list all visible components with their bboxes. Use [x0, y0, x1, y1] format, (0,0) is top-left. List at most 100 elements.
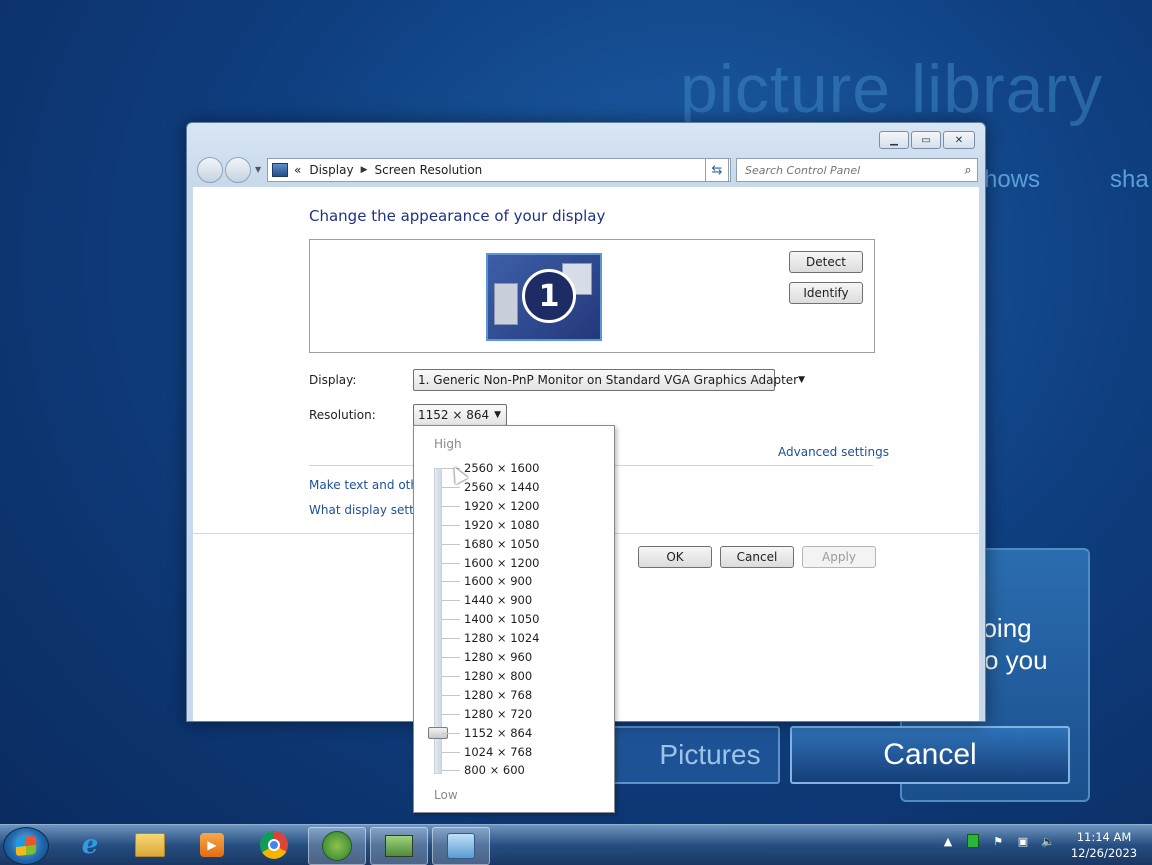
maximize-icon: ▭ — [921, 134, 931, 146]
resolution-option[interactable]: 1400 × 1050 — [464, 612, 539, 626]
search-input[interactable] — [743, 162, 959, 178]
control-panel-icon — [272, 163, 288, 177]
chrome-icon — [260, 831, 288, 859]
bg-cancel-label: Cancel — [883, 738, 977, 771]
refresh-button[interactable]: ⇆ — [705, 158, 729, 182]
minimize-button[interactable]: ▁ — [879, 131, 909, 149]
slider-tick — [442, 486, 460, 488]
resolution-option[interactable]: 1440 × 900 — [464, 593, 532, 607]
action-center-flag-icon[interactable]: ⚑ — [990, 833, 1006, 849]
resolution-option[interactable]: 1600 × 1200 — [464, 556, 539, 570]
taskbar: e ▶ ▲ ⚑ ▣ 🔈 11:14 AM 12/26/2023 — [0, 824, 1152, 865]
taskbar-control-panel[interactable] — [432, 827, 490, 865]
resolution-option[interactable]: 1280 × 720 — [464, 707, 532, 721]
taskbar-task-manager[interactable] — [370, 827, 428, 865]
back-button[interactable] — [197, 157, 223, 183]
slider-tick — [442, 675, 460, 677]
recent-pages-chevron-icon[interactable]: ▼ — [255, 165, 261, 174]
cancel-button[interactable]: Cancel — [720, 546, 794, 568]
forward-button[interactable] — [225, 157, 251, 183]
slider-tick — [442, 505, 460, 507]
taskbar-file-explorer[interactable] — [122, 827, 178, 863]
slider-tick — [442, 657, 460, 658]
resolution-option[interactable]: 1280 × 960 — [464, 650, 532, 664]
resolution-dropdown: High 2560 × 1600 2560 × 1440 1920 × 1200 19… — [413, 425, 615, 813]
title-buttons: ▁ ▭ ✕ — [877, 131, 975, 149]
slider-tick — [442, 694, 460, 696]
system-tray: ▲ ⚑ ▣ 🔈 — [940, 833, 1056, 849]
slider-tick — [442, 619, 460, 621]
slider-tick — [442, 524, 460, 526]
apply-button: Apply — [802, 546, 876, 568]
control-panel-icon — [447, 833, 475, 859]
clock-time: 11:14 AM — [1076, 830, 1132, 844]
taskbar-internet-explorer[interactable]: e — [62, 827, 118, 863]
resolution-select-value: 1152 × 864 — [418, 408, 490, 422]
minimize-icon: ▁ — [890, 134, 898, 146]
resolution-option[interactable]: 1600 × 900 — [464, 574, 532, 588]
search-icon[interactable]: ⌕ — [959, 163, 977, 178]
chevron-down-icon: ▼ — [798, 375, 806, 385]
monitor-window-graphic — [494, 283, 518, 325]
slider-tick — [442, 751, 460, 753]
breadcrumb-arrow-icon: ▶ — [360, 165, 368, 175]
slider-tick — [442, 770, 460, 772]
close-icon: ✕ — [954, 134, 964, 146]
breadcrumb-display[interactable]: Display — [309, 163, 353, 177]
resolution-option[interactable]: 1920 × 1200 — [464, 499, 539, 513]
start-button[interactable] — [3, 827, 49, 865]
monitor-icon — [385, 835, 413, 857]
bg-share-text: sha — [1110, 166, 1149, 193]
breadcrumb-screen-resolution[interactable]: Screen Resolution — [375, 163, 483, 177]
identify-button[interactable]: Identify — [789, 282, 863, 304]
show-hidden-icons-icon[interactable]: ▲ — [940, 833, 956, 849]
resolution-option[interactable]: 1280 × 768 — [464, 688, 532, 702]
ok-button[interactable]: OK — [638, 546, 712, 568]
resolution-option[interactable]: 800 × 600 — [464, 763, 525, 777]
close-button[interactable]: ✕ — [943, 131, 975, 149]
maximize-button[interactable]: ▭ — [911, 131, 941, 149]
bg-shows-text: hows — [984, 166, 1041, 193]
refresh-icon: ⇆ — [711, 162, 723, 178]
resolution-option[interactable]: 1024 × 768 — [464, 745, 532, 759]
internet-explorer-icon: e — [81, 830, 99, 860]
green-status-icon[interactable] — [965, 833, 981, 849]
slider-tick — [442, 581, 460, 583]
resolution-select[interactable]: 1152 × 864 ▼ — [413, 404, 507, 426]
detect-button[interactable]: Detect — [789, 251, 863, 273]
bg-pictures-button[interactable]: Pictures — [600, 726, 780, 784]
resolution-option[interactable]: 1152 × 864 — [464, 726, 532, 740]
network-icon[interactable]: ▣ — [1015, 833, 1031, 849]
chevron-down-icon: ▼ — [494, 410, 501, 420]
address-prefix: « — [294, 163, 302, 177]
monitor-1-thumbnail[interactable]: 1 — [486, 253, 602, 341]
resolution-option[interactable]: 2560 × 1600 — [464, 461, 539, 475]
address-bar[interactable]: « Display ▶ Screen Resolution ▼ — [267, 158, 731, 182]
taskbar-chrome[interactable] — [246, 827, 302, 863]
taskbar-media-player[interactable]: ▶ — [184, 827, 240, 863]
slider-tick — [442, 543, 460, 545]
display-select[interactable]: 1. Generic Non-PnP Monitor on Standard V… — [413, 369, 805, 391]
search-box[interactable]: ⌕ — [736, 158, 978, 182]
slider-tick — [442, 732, 460, 734]
clock-date: 12/26/2023 — [1070, 846, 1138, 860]
slider-tick — [442, 600, 460, 602]
resolution-option[interactable]: 1280 × 800 — [464, 669, 532, 683]
bg-picture-library-title: picture library — [680, 51, 1104, 127]
resolution-option[interactable]: 1680 × 1050 — [464, 537, 539, 551]
media-center-icon — [322, 831, 352, 861]
media-player-icon: ▶ — [200, 833, 224, 857]
resolution-option[interactable]: 1920 × 1080 — [464, 518, 539, 532]
taskbar-media-center[interactable] — [308, 827, 366, 865]
display-select-value: 1. Generic Non-PnP Monitor on Standard V… — [418, 373, 799, 387]
windows-logo-icon — [16, 835, 36, 857]
resolution-option[interactable]: 1280 × 1024 — [464, 631, 539, 645]
low-label: Low — [434, 788, 458, 802]
bg-cancel-button[interactable]: Cancel — [790, 726, 1070, 784]
resolution-option[interactable]: 2560 × 1440 — [464, 480, 539, 494]
volume-muted-icon[interactable]: 🔈 — [1040, 833, 1056, 849]
page-title: Change the appearance of your display — [309, 207, 606, 225]
folder-icon — [135, 833, 165, 857]
clock[interactable]: 11:14 AM 12/26/2023 — [1066, 829, 1142, 861]
advanced-settings-link[interactable]: Advanced settings — [778, 445, 889, 459]
